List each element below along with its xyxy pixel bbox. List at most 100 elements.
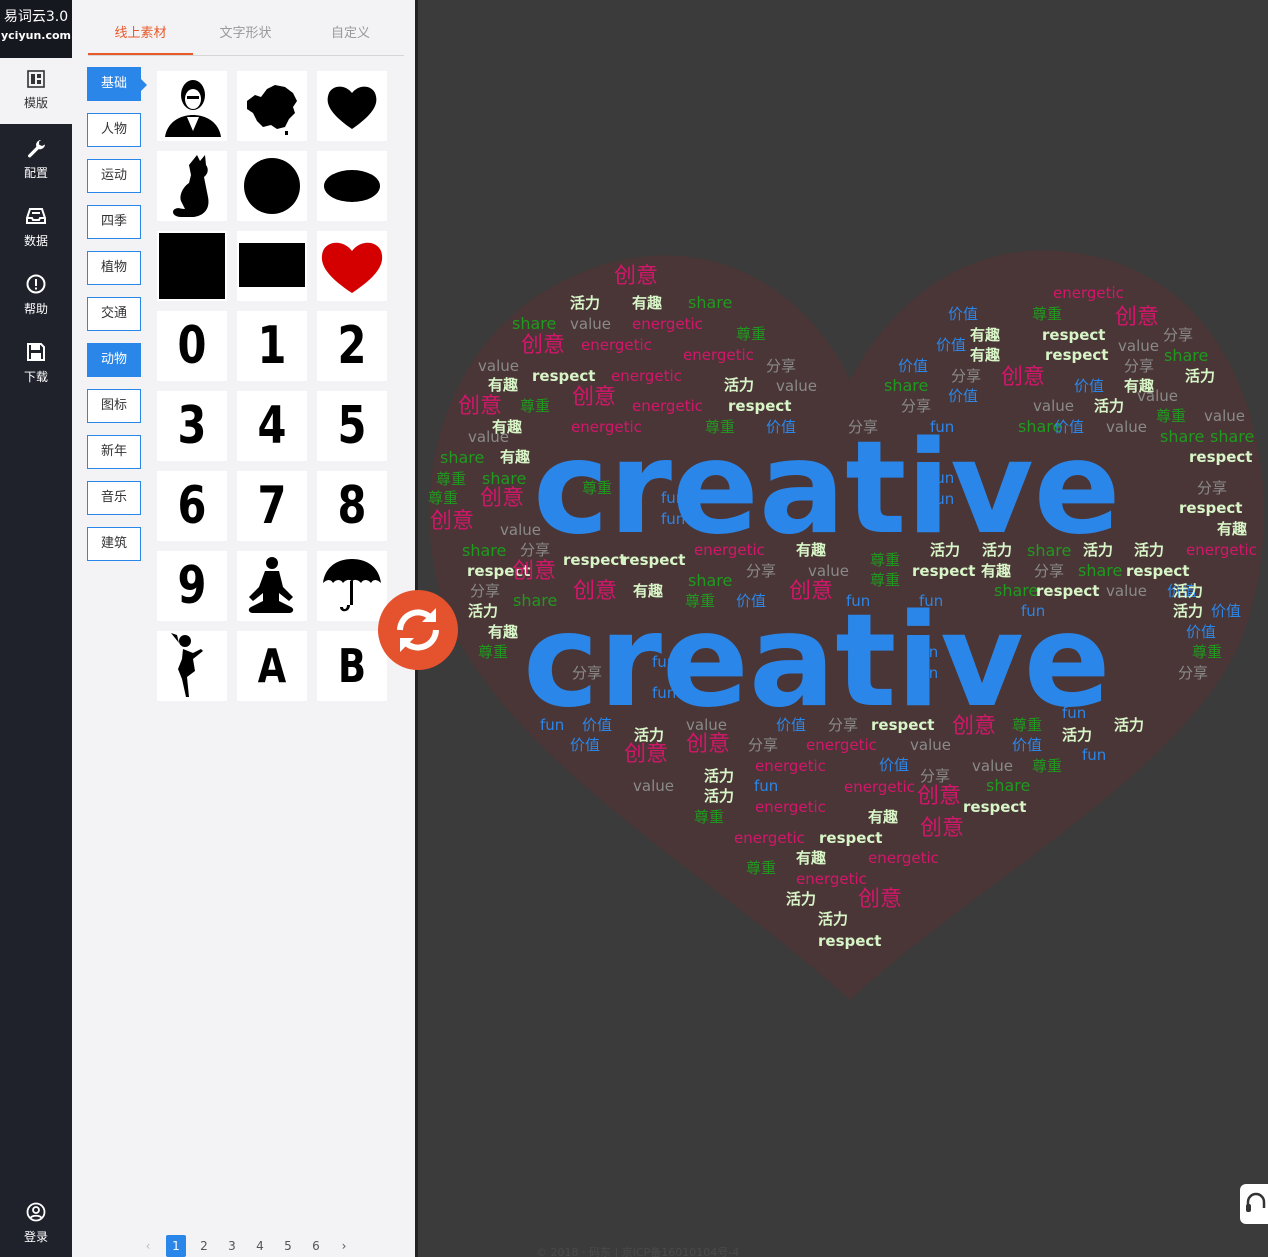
page-2-button[interactable]: 2 — [194, 1235, 214, 1257]
prev-page-button[interactable]: ‹ — [138, 1235, 158, 1257]
rectangle-shape[interactable] — [237, 231, 307, 301]
category-seasons[interactable]: 四季 — [87, 205, 141, 239]
cloud-word: respect — [819, 829, 882, 847]
cloud-word: share — [986, 776, 1030, 795]
next-page-button[interactable]: › — [334, 1235, 354, 1257]
cloud-word: respect — [563, 551, 626, 569]
cloud-word: 创意 — [1115, 305, 1159, 330]
digit-8-shape[interactable]: 8 — [317, 471, 387, 541]
circle-shape[interactable] — [237, 151, 307, 221]
cloud-word: 价值 — [936, 336, 966, 354]
cloud-word: 创意 — [430, 509, 474, 534]
page-4-button[interactable]: 4 — [250, 1235, 270, 1257]
digit-glyph: 8 — [337, 476, 367, 536]
category-plants[interactable]: 植物 — [87, 251, 141, 285]
square-icon — [159, 233, 225, 299]
cloud-word: 价值 — [1012, 736, 1042, 754]
page-3-button[interactable]: 3 — [222, 1235, 242, 1257]
category-animals[interactable]: 动物 — [87, 343, 141, 377]
umbrella-shape[interactable] — [317, 551, 387, 621]
page-5-button[interactable]: 5 — [278, 1235, 298, 1257]
red-heart-shape[interactable] — [317, 231, 387, 301]
nav-item-template[interactable]: 模版 — [0, 58, 72, 124]
nav-item-login[interactable]: 登录 — [0, 1190, 72, 1256]
category-people[interactable]: 人物 — [87, 113, 141, 147]
cloud-word: energetic — [1053, 284, 1124, 302]
category-icons[interactable]: 图标 — [87, 389, 141, 423]
page-6-button[interactable]: 6 — [306, 1235, 326, 1257]
digit-4-shape[interactable]: 4 — [237, 391, 307, 461]
nav-item-help[interactable]: 帮助 — [0, 262, 72, 328]
digit-9-shape[interactable]: 9 — [157, 551, 227, 621]
cloud-word: 分享 — [1034, 562, 1064, 580]
digit-7-shape[interactable]: 7 — [237, 471, 307, 541]
china-map-shape[interactable] — [237, 71, 307, 141]
nav-item-config[interactable]: 配置 — [0, 126, 72, 192]
circle-icon — [244, 158, 300, 214]
tab-text-shape[interactable]: 文字形状 — [193, 22, 298, 41]
red-heart-icon — [321, 242, 383, 293]
cloud-word: respect — [1042, 326, 1105, 344]
cloud-word: energetic — [1186, 541, 1257, 559]
category-architecture[interactable]: 建筑 — [87, 527, 141, 561]
wordcloud-canvas[interactable]: creative creative 创意 energetic 活力 有趣 share shar… — [418, 0, 1268, 1257]
portrait-shape[interactable] — [157, 71, 227, 141]
category-sports[interactable]: 运动 — [87, 159, 141, 193]
cloud-word: 创意 — [458, 394, 502, 419]
cloud-word: value — [1106, 582, 1147, 600]
digit-0-shape[interactable]: 0 — [157, 311, 227, 381]
cloud-word: energetic — [632, 397, 703, 415]
heart-shape[interactable] — [317, 71, 387, 141]
page-1-button[interactable]: 1 — [166, 1235, 186, 1257]
cloud-word: 尊重 — [685, 592, 715, 610]
cloud-word: fun — [1021, 602, 1045, 620]
digit-glyph: 0 — [177, 316, 207, 376]
nav-item-download[interactable]: 下载 — [0, 330, 72, 396]
category-basic[interactable]: 基础 — [87, 67, 147, 101]
cloud-word: 尊重 — [436, 470, 466, 488]
nav-item-label: 登录 — [23, 1230, 48, 1244]
letter-a-shape[interactable]: A — [237, 631, 307, 701]
cloud-word: 尊重 — [694, 808, 724, 826]
digit-6-shape[interactable]: 6 — [157, 471, 227, 541]
cloud-word: fun — [661, 510, 685, 528]
meditation-shape[interactable] — [237, 551, 307, 621]
nav-item-data[interactable]: 数据 — [0, 194, 72, 260]
digit-glyph: 5 — [337, 396, 367, 456]
brand-logo[interactable]: 易词云3.0 yciyun.com — [0, 0, 72, 58]
refresh-button[interactable] — [378, 590, 458, 670]
cloud-word: 分享 — [1197, 479, 1227, 497]
cloud-word: 创意 — [917, 784, 961, 809]
digit-2-shape[interactable]: 2 — [317, 311, 387, 381]
dancer-shape[interactable] — [157, 631, 227, 701]
cloud-word: 分享 — [828, 716, 858, 734]
cat-shape[interactable] — [157, 151, 227, 221]
cloud-word: 有趣 — [500, 448, 531, 466]
cloud-word: energetic — [571, 418, 642, 436]
letter-b-shape[interactable]: B — [317, 631, 387, 701]
cloud-word: 有趣 — [796, 849, 827, 867]
digit-glyph: 3 — [177, 396, 207, 456]
digit-3-shape[interactable]: 3 — [157, 391, 227, 461]
category-new-year[interactable]: 新年 — [87, 435, 141, 469]
meditation-icon — [248, 557, 294, 613]
cloud-word: 分享 — [766, 357, 796, 375]
category-music[interactable]: 音乐 — [87, 481, 141, 515]
cloud-word: fun — [1062, 704, 1086, 722]
tab-online-material[interactable]: 线上素材 — [88, 22, 193, 41]
cloud-word: fun — [754, 777, 778, 795]
cloud-word: respect — [1189, 448, 1252, 466]
square-shape[interactable] — [157, 231, 227, 301]
portrait-icon — [165, 80, 221, 137]
cloud-word: 活力 — [704, 787, 734, 805]
cloud-word: 有趣 — [492, 418, 523, 436]
cloud-word: respect — [728, 397, 791, 415]
tab-custom[interactable]: 自定义 — [298, 22, 403, 41]
support-button[interactable] — [1240, 1184, 1268, 1224]
cloud-word: 分享 — [572, 664, 602, 682]
ellipse-shape[interactable] — [317, 151, 387, 221]
cloud-word: 价值 — [766, 418, 796, 436]
digit-5-shape[interactable]: 5 — [317, 391, 387, 461]
category-transport[interactable]: 交通 — [87, 297, 141, 331]
digit-1-shape[interactable]: 1 — [237, 311, 307, 381]
